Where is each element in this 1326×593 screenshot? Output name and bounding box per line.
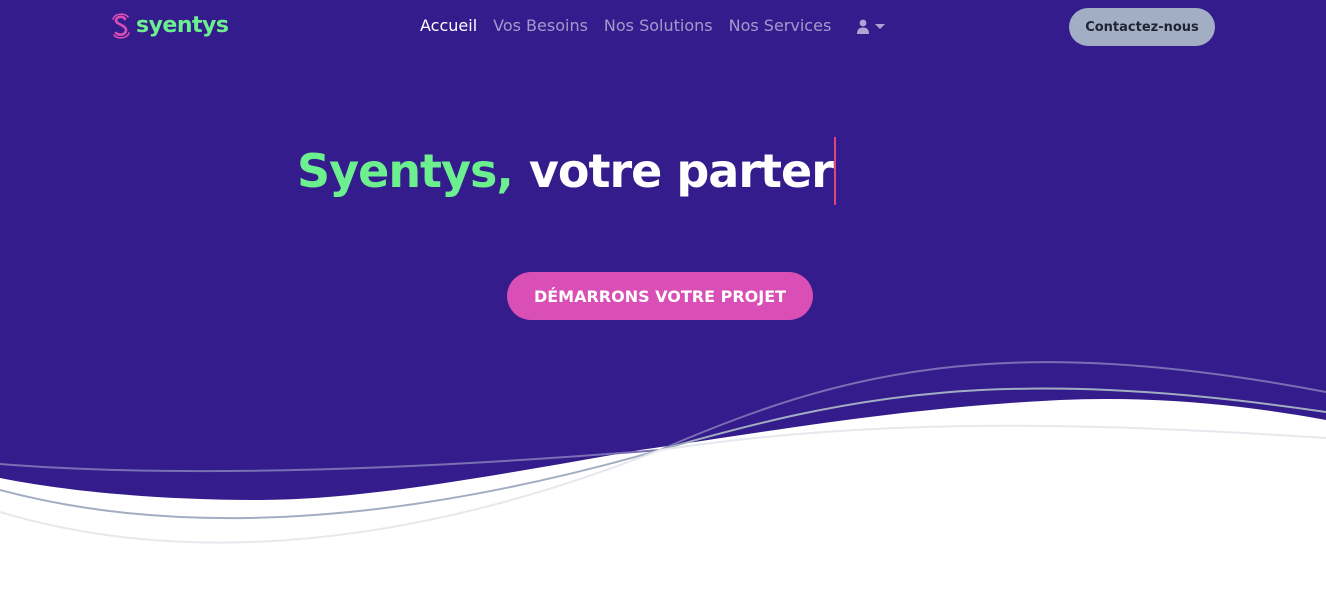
nav-item-vos-besoins[interactable]: Vos Besoins bbox=[485, 14, 596, 38]
contact-button[interactable]: Contactez-nous bbox=[1069, 8, 1215, 46]
top-navbar: syentys Accueil Vos Besoins Nos Solution… bbox=[0, 0, 1326, 54]
nav-item-nos-services[interactable]: Nos Services bbox=[721, 14, 840, 38]
user-icon bbox=[857, 19, 870, 34]
start-project-button[interactable]: DÉMARRONS VOTRE PROJET bbox=[507, 272, 813, 320]
typing-cursor bbox=[833, 137, 836, 205]
syentys-logo-icon bbox=[112, 13, 130, 39]
hero-headline-typed: votre parter bbox=[528, 144, 834, 198]
nav-item-accueil[interactable]: Accueil bbox=[412, 14, 485, 38]
hero-headline: Syentys, votre parter bbox=[297, 136, 836, 206]
brand-name: syentys bbox=[136, 13, 229, 38]
nav-item-nos-solutions[interactable]: Nos Solutions bbox=[596, 14, 721, 38]
brand-logo[interactable]: syentys bbox=[110, 13, 229, 39]
user-menu-dropdown[interactable] bbox=[857, 19, 886, 34]
hero-headline-brand: Syentys, bbox=[297, 144, 514, 198]
main-nav: Accueil Vos Besoins Nos Solutions Nos Se… bbox=[412, 14, 886, 38]
chevron-down-icon bbox=[875, 23, 886, 29]
